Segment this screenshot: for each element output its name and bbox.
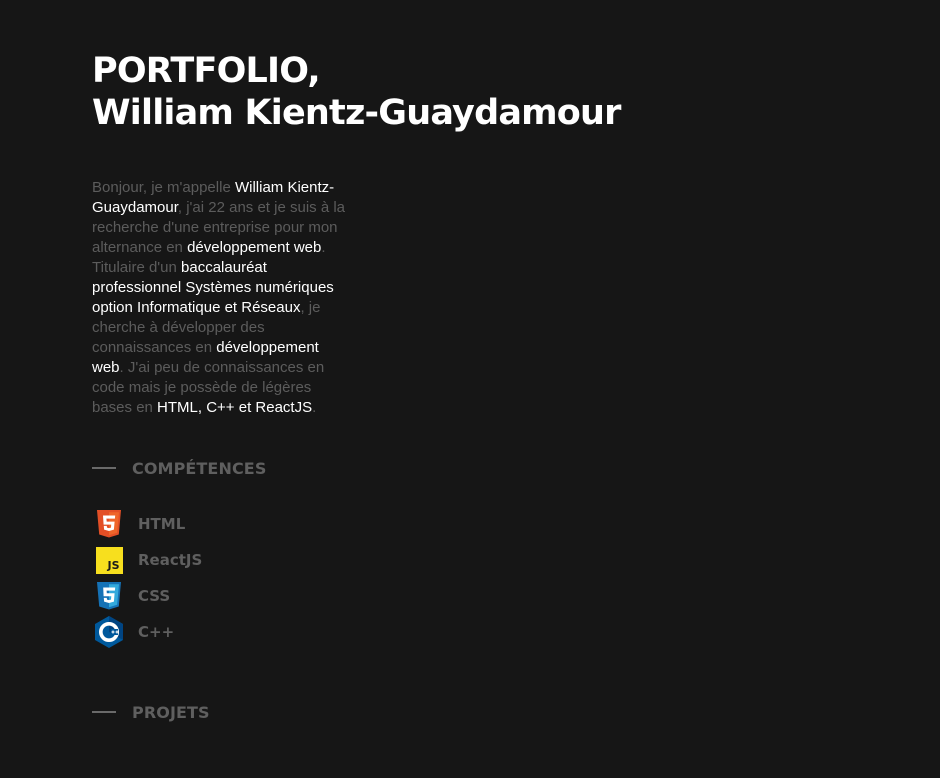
intro-text-1: Bonjour, je m'appelle (92, 179, 235, 196)
cpp-icon (94, 616, 124, 648)
page-title: PORTFOLIO, William Kientz-Guaydamour (92, 50, 652, 134)
skill-item-reactjs[interactable]: JS ReactJS (94, 542, 652, 578)
html5-icon (94, 509, 124, 539)
skill-label: CSS (138, 587, 171, 605)
intro-highlight-languages: HTML, C++ et ReactJS (157, 399, 313, 416)
section-divider-line (92, 467, 116, 469)
intro-text-6: . (312, 399, 317, 416)
skill-label: HTML (138, 515, 186, 533)
section-divider-line (92, 711, 116, 713)
skills-section-header[interactable]: COMPÉTENCES (92, 458, 652, 478)
js-icon: JS (94, 545, 124, 575)
skill-item-cpp[interactable]: C++ (94, 614, 652, 650)
skill-item-css[interactable]: CSS (94, 578, 652, 614)
projects-section-header[interactable]: PROJETS (92, 702, 652, 722)
intro-paragraph: Bonjour, je m'appelle William Kientz-Gua… (92, 178, 354, 418)
svg-text:JS: JS (106, 559, 119, 572)
skill-label: C++ (138, 623, 175, 641)
skill-item-html[interactable]: HTML (94, 506, 652, 542)
page-title-line-1: PORTFOLIO, (92, 51, 321, 91)
css3-icon (94, 581, 124, 611)
projects-section-title: PROJETS (132, 702, 210, 722)
skill-label: ReactJS (138, 551, 203, 569)
skills-section-title: COMPÉTENCES (132, 458, 267, 478)
skills-list: HTML JS ReactJS CSS C++ (94, 506, 652, 650)
intro-highlight-webdev: développement web (187, 239, 322, 256)
main-content: PORTFOLIO, William Kientz-Guaydamour Bon… (92, 50, 652, 722)
page-title-line-2: William Kientz-Guaydamour (92, 93, 621, 133)
